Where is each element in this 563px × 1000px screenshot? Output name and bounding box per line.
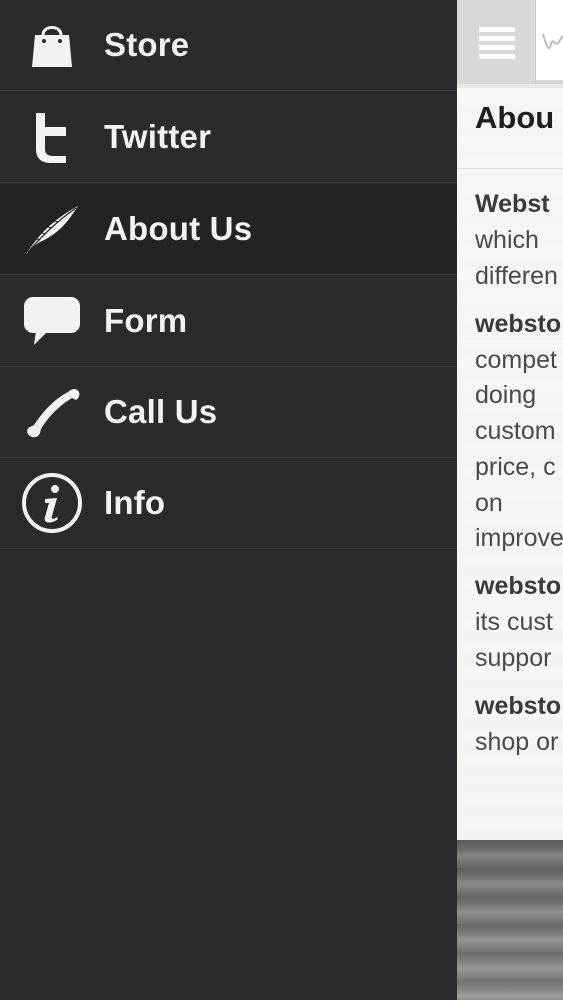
paragraph-line: suppor (475, 644, 552, 672)
paragraph-line: its cust (475, 608, 553, 636)
navigation-drawer: Store Twitter About Us Form Call Us Info (0, 0, 457, 1000)
content-panel: Abou Webst which differen websto compet … (457, 0, 563, 1000)
paragraph-line: which (475, 226, 539, 254)
phone-handset-icon (20, 380, 84, 444)
menu-item-form[interactable]: Form (0, 276, 457, 367)
menu-item-call-us[interactable]: Call Us (0, 367, 457, 458)
divider (457, 168, 563, 169)
menu-item-label: About Us (104, 210, 253, 247)
feather-icon (20, 197, 84, 261)
paragraph-line: shop or (475, 728, 559, 756)
paragraph-line: websto (475, 572, 562, 600)
info-circle-icon (20, 471, 84, 535)
paragraph-line: differen (475, 262, 558, 290)
top-bar (457, 0, 563, 84)
menu-item-info[interactable]: Info (0, 458, 457, 549)
menu-item-about-us[interactable]: About Us (0, 184, 457, 275)
menu-item-label: Form (104, 302, 188, 339)
menu-item-store[interactable]: Store (0, 0, 457, 91)
menu-toggle-button[interactable] (457, 0, 536, 84)
logo-fragment (541, 22, 563, 62)
paragraph-line: custom (475, 417, 556, 445)
wood-background-lower (457, 840, 563, 1000)
paragraph-line: compet (475, 346, 557, 374)
page-title: Abou (475, 100, 555, 135)
menu-item-label: Info (104, 484, 166, 521)
menu-item-label: Store (104, 26, 190, 63)
paragraph-line: on (475, 489, 503, 517)
paragraph-line: improve (475, 524, 563, 552)
menu-item-label: Twitter (104, 118, 212, 155)
shopping-bag-icon (20, 13, 84, 77)
paragraph-line: websto (475, 692, 562, 720)
speech-bubble-icon (20, 289, 84, 353)
menu-item-twitter[interactable]: Twitter (0, 92, 457, 183)
paragraph-line: websto (475, 310, 562, 338)
paragraph-line: price, c (475, 453, 556, 481)
paragraph-line: doing (475, 381, 537, 409)
menu-item-label: Call Us (104, 393, 218, 430)
twitter-t-icon (20, 105, 84, 169)
paragraph-line: Webst (475, 190, 550, 218)
